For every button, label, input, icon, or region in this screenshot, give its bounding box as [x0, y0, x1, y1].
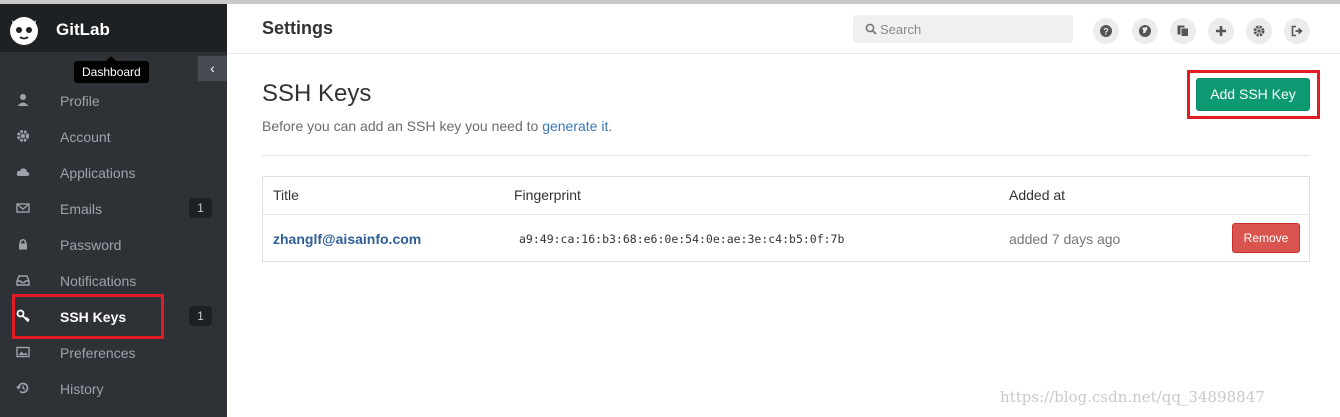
inbox-icon — [16, 275, 30, 286]
key-added-at: added 7 days ago — [1009, 231, 1121, 247]
sidebar-item-label: Notifications — [60, 273, 137, 289]
question-circle-icon: ? — [1100, 25, 1112, 37]
envelope-icon — [16, 203, 30, 213]
highlight-box-ssh-keys — [12, 294, 164, 339]
admin-settings-button[interactable] — [1246, 18, 1272, 44]
search-icon — [865, 23, 877, 35]
history-icon — [16, 382, 29, 394]
sidebar-item-label: History — [60, 381, 104, 397]
sidebar-nav: Profile Account Applications Emails 1 Pa… — [0, 82, 227, 406]
sidebar-item-profile[interactable]: Profile — [0, 82, 227, 118]
ssh-keys-table: Title Fingerprint Added at zhanglf@aisai… — [262, 176, 1310, 262]
column-header-added-at: Added at — [1009, 187, 1066, 203]
sidebar-item-label: Profile — [60, 93, 100, 109]
key-title-link[interactable]: zhanglf@aisainfo.com — [273, 231, 421, 247]
svg-text:?: ? — [1103, 26, 1109, 36]
sidebar-item-emails[interactable]: Emails 1 — [0, 190, 227, 226]
top-header: Settings Search ? — [227, 0, 1340, 54]
description-text: Before you can add an SSH key you need t… — [262, 118, 543, 134]
sidebar-item-notifications[interactable]: Notifications — [0, 262, 227, 298]
remove-key-button[interactable]: Remove — [1232, 223, 1300, 253]
gear-icon — [1253, 25, 1265, 37]
user-icon — [17, 94, 29, 106]
sidebar-item-password[interactable]: Password — [0, 226, 227, 262]
emails-count-badge: 1 — [189, 198, 212, 218]
sidebar-item-label: Account — [60, 129, 111, 145]
brand-header[interactable]: GitLab — [0, 0, 227, 52]
sidebar-item-label: Applications — [60, 165, 136, 181]
section-description: Before you can add an SSH key you need t… — [262, 118, 612, 134]
chevron-left-icon: ‹ — [210, 60, 215, 76]
generate-it-link[interactable]: generate it — [542, 118, 608, 134]
lock-icon — [19, 238, 27, 250]
sidebar-item-account[interactable]: Account — [0, 118, 227, 154]
key-fingerprint: a9:49:ca:16:b3:68:e6:0e:54:0e:ae:3e:c4:b… — [519, 232, 845, 246]
search-input[interactable]: Search — [853, 15, 1073, 43]
gitlab-logo-icon — [10, 17, 38, 45]
content-divider — [262, 155, 1310, 156]
search-placeholder: Search — [880, 22, 922, 37]
sidebar-item-applications[interactable]: Applications — [0, 154, 227, 190]
sidebar-item-label: Preferences — [60, 345, 136, 361]
sidebar-item-label: Emails — [60, 201, 103, 217]
explore-button[interactable] — [1132, 18, 1158, 44]
sidebar-item-history[interactable]: History — [0, 370, 227, 406]
gear-icon — [17, 130, 29, 142]
sidebar-item-preferences[interactable]: Preferences — [0, 334, 227, 370]
image-icon — [16, 346, 30, 358]
sidebar-collapse-button[interactable]: ‹ — [198, 56, 227, 81]
highlight-box-add-button — [1187, 70, 1320, 119]
column-header-fingerprint: Fingerprint — [514, 187, 581, 203]
plus-icon — [1216, 26, 1226, 36]
globe-icon — [1139, 25, 1151, 37]
snippets-button[interactable] — [1170, 18, 1196, 44]
app-name: GitLab — [56, 20, 110, 39]
ssh-keys-count-badge: 1 — [189, 306, 212, 326]
section-title: SSH Keys — [262, 80, 372, 107]
column-header-title: Title — [273, 187, 299, 203]
copy-icon — [1177, 25, 1189, 37]
sign-out-button[interactable] — [1284, 18, 1310, 44]
new-project-button[interactable] — [1208, 18, 1234, 44]
description-suffix: . — [608, 118, 613, 134]
page-title: Settings — [262, 18, 334, 38]
cloud-icon — [16, 168, 30, 176]
watermark-text: https://blog.csdn.net/qq_34898847 — [1000, 388, 1265, 406]
table-header-divider — [263, 214, 1309, 215]
sidebar-item-label: Password — [60, 237, 122, 253]
dashboard-tooltip: Dashboard — [74, 56, 149, 83]
help-button[interactable]: ? — [1093, 18, 1119, 44]
sign-out-icon — [1291, 25, 1303, 37]
